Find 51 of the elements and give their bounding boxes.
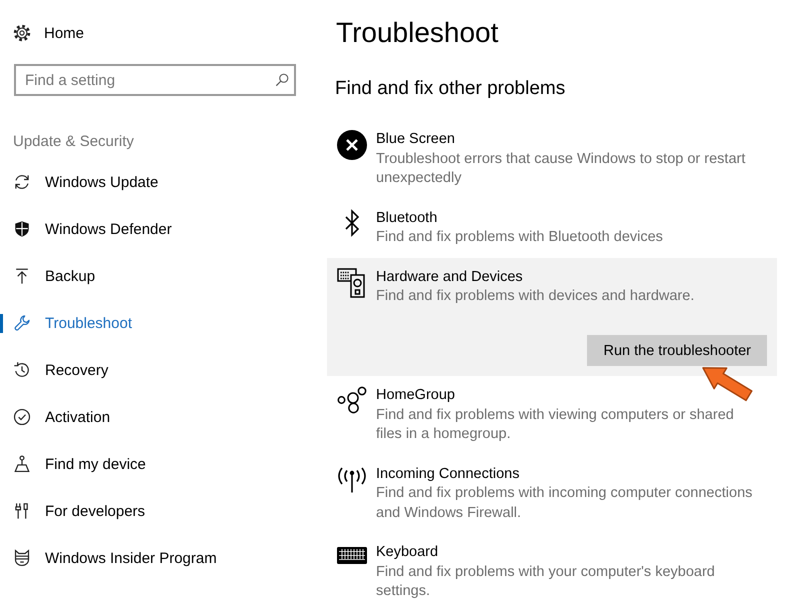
page-title: Troubleshoot — [336, 16, 498, 50]
troubleshooter-item[interactable]: Blue Screen Troubleshoot errors that cause Windows to stop or restart unexpectedly — [327, 120, 777, 198]
troubleshooter-item[interactable]: Bluetooth Find and fix problems with Bluetooth devices — [327, 198, 777, 258]
sync-icon — [13, 173, 31, 191]
keyboard-speaker-icon — [337, 268, 367, 298]
bluetooth-icon — [344, 208, 360, 236]
troubleshooter-description: Troubleshoot errors that cause Windows to stop or restart unexpectedly — [376, 150, 746, 188]
connected-circles-icon — [337, 386, 367, 414]
troubleshooter-title: Incoming Connections — [376, 464, 520, 484]
tools-icon — [13, 502, 31, 520]
troubleshooter-item[interactable]: HomeGroup Find and fix problems with viewing computers or shared files in a homegroup. — [327, 376, 777, 454]
sidebar-item[interactable]: Windows Insider Program — [0, 534, 310, 582]
troubleshooter-title: HomeGroup — [376, 386, 455, 405]
sidebar-item[interactable]: Windows Update — [0, 158, 310, 206]
troubleshooter-title: Blue Screen — [376, 130, 455, 149]
sidebar-item[interactable]: For developers — [0, 488, 310, 534]
antenna-icon — [337, 466, 367, 492]
sidebar-item[interactable]: Find my device — [0, 440, 310, 488]
troubleshooter-item[interactable]: Hardware and Devices Find and fix problems with devices and hardware. Run the troubleshooter — [327, 258, 777, 376]
search-field[interactable]: Find a setting — [14, 64, 296, 96]
troubleshooter-item[interactable]: Incoming Connections Find and fix problems with incoming computer connections and Windows Firewall. — [327, 454, 777, 533]
cat-face-icon — [13, 549, 31, 567]
troubleshooter-title: Bluetooth — [376, 208, 438, 228]
joystick-icon — [13, 455, 31, 473]
section-label: Update & Security — [13, 132, 134, 152]
troubleshooter-description: Find and fix problems with Bluetooth devices — [376, 228, 664, 247]
troubleshooter-title: Keyboard — [376, 543, 438, 562]
troubleshooter-description: Find and fix problems with viewing computers or shared files in a homegroup. — [376, 406, 735, 444]
sidebar-item[interactable]: Backup — [0, 252, 310, 300]
section-heading: Find and fix other problems — [335, 77, 566, 101]
run-troubleshooter-button[interactable]: Run the troubleshooter — [587, 335, 767, 366]
sidebar-item[interactable]: Recovery — [0, 346, 310, 394]
history-clock-icon — [13, 361, 31, 379]
shield-icon — [13, 220, 31, 238]
troubleshooter-description: Find and fix problems with devices and hardware. — [376, 287, 696, 306]
wrench-icon — [13, 314, 31, 332]
check-circle-icon — [13, 408, 31, 426]
sidebar-item[interactable]: Troubleshoot — [0, 300, 310, 346]
upload-arrow-icon — [13, 267, 31, 285]
search-icon — [275, 73, 289, 87]
keyboard-icon — [337, 547, 367, 564]
close-circle-icon — [337, 130, 367, 160]
pointer-arrow-icon — [701, 366, 755, 403]
troubleshooter-title: Hardware and Devices — [376, 268, 523, 286]
sidebar-item[interactable]: Windows Defender — [0, 206, 310, 252]
troubleshooter-item[interactable]: Keyboard Find and fix problems with your computer's keyboard settings. — [327, 533, 777, 612]
troubleshooter-description: Find and fix problems with your computer's keyboard settings. — [376, 562, 716, 601]
troubleshooter-description: Find and fix problems with incoming computer connections and Windows Firewall. — [376, 484, 754, 522]
home-link[interactable]: Home — [0, 13, 84, 53]
sidebar-item[interactable]: Activation — [0, 394, 310, 440]
gear-icon — [13, 24, 31, 42]
